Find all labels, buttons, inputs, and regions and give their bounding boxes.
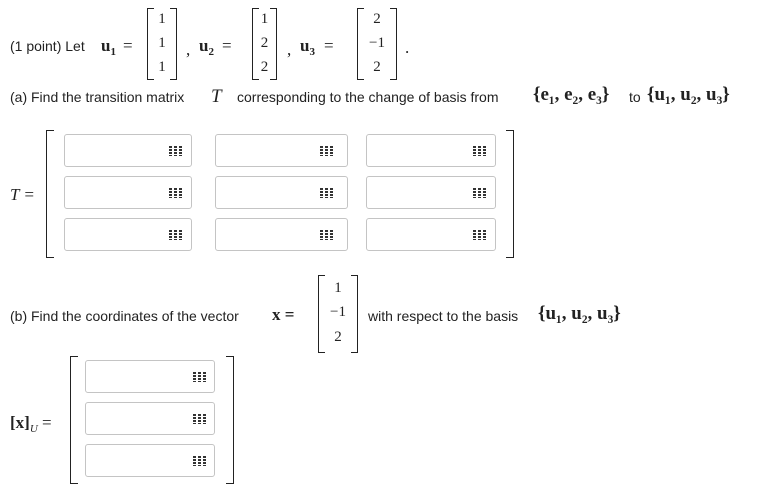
to-word: to xyxy=(629,89,641,105)
equation-editor-icon[interactable] xyxy=(193,456,206,466)
comma: , xyxy=(186,40,191,59)
period: . xyxy=(405,38,410,57)
from-basis: {e₁, e₂, e₃} xyxy=(533,84,610,105)
equation-editor-icon[interactable] xyxy=(320,146,333,156)
u1-entry: 1 xyxy=(158,59,166,75)
u3-label: u3 xyxy=(300,36,315,58)
intro-prefix: (1 point) Let xyxy=(10,38,85,54)
equation-editor-icon[interactable] xyxy=(473,146,486,156)
to-basis: {u₁, u₂, u₃} xyxy=(647,84,730,105)
u3-entry: −1 xyxy=(369,35,385,51)
u3-entry: 2 xyxy=(373,59,381,75)
x-vector: 1 −1 2 xyxy=(318,275,358,353)
xU-label: [x]U = xyxy=(10,413,52,435)
u3-eq: = xyxy=(324,36,334,55)
u2-label: u2 xyxy=(199,36,214,58)
equation-editor-icon[interactable] xyxy=(320,230,333,240)
equation-editor-icon[interactable] xyxy=(169,146,182,156)
matrix-right-bracket xyxy=(506,130,514,258)
coord-right-bracket xyxy=(226,356,234,484)
basis-u: {u₁, u₂, u₃} xyxy=(538,303,621,324)
u1-vector: 1 1 1 xyxy=(147,8,177,80)
x-entry: 1 xyxy=(334,280,342,296)
u2-entry: 2 xyxy=(260,59,269,75)
u1-entry: 1 xyxy=(158,11,166,27)
coord-left-bracket xyxy=(70,356,78,484)
part-a-text2: corresponding to the change of basis fro… xyxy=(237,89,499,105)
part-b-text: (b) Find the coordinates of the vector xyxy=(10,308,239,324)
x-entry: 2 xyxy=(334,329,342,345)
matrix-left-bracket xyxy=(46,130,54,258)
u1-eq: = xyxy=(123,36,133,55)
part-a-T: T xyxy=(211,86,222,107)
u3-vector: 2 −1 2 xyxy=(357,8,397,80)
comma: , xyxy=(287,40,292,59)
u2-entry: 2 xyxy=(260,35,269,51)
x-entry: −1 xyxy=(330,304,346,320)
equation-editor-icon[interactable] xyxy=(169,188,182,198)
equation-editor-icon[interactable] xyxy=(473,230,486,240)
u3-entry: 2 xyxy=(373,11,381,27)
equation-editor-icon[interactable] xyxy=(169,230,182,240)
equation-editor-icon[interactable] xyxy=(193,414,206,424)
equation-editor-icon[interactable] xyxy=(320,188,333,198)
u2-entry: 1 xyxy=(260,11,269,27)
part-b-text2: with respect to the basis xyxy=(368,308,519,324)
x-label: x = xyxy=(272,305,295,324)
part-a-text: (a) Find the transition matrix xyxy=(10,89,185,105)
equation-editor-icon[interactable] xyxy=(473,188,486,198)
u1-label: u1 xyxy=(101,36,116,58)
equation-editor-icon[interactable] xyxy=(193,372,206,382)
u2-vector: 1 2 2 xyxy=(252,8,277,80)
T-label: T = xyxy=(10,185,35,204)
u2-eq: = xyxy=(222,36,232,55)
u1-entry: 1 xyxy=(158,35,166,51)
